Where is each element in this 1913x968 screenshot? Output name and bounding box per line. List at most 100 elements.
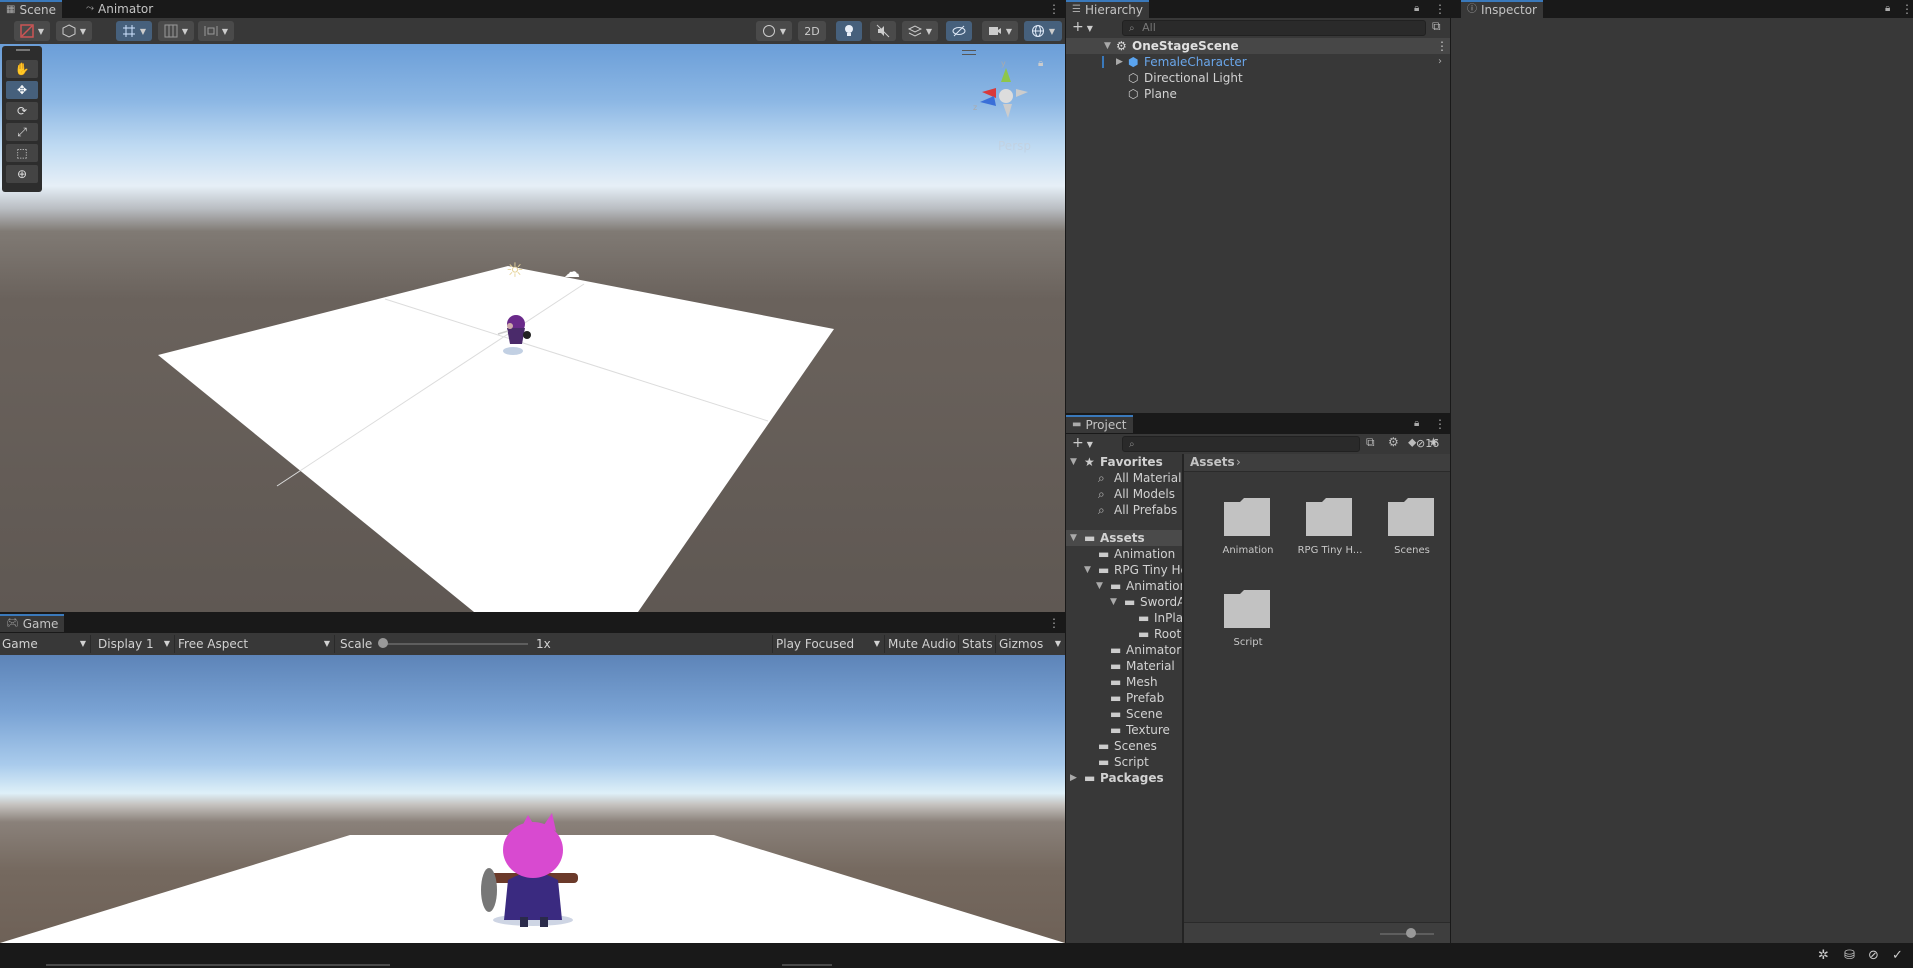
hand-tool-button[interactable]: ✋ [6, 60, 38, 78]
project-menu-icon[interactable]: ⋮ [1434, 415, 1446, 433]
filter-by-type-icon[interactable]: ⚙ [1388, 435, 1399, 449]
game-mode-dropdown[interactable]: Game ▼ [0, 635, 88, 653]
audio-toggle-button[interactable] [870, 21, 896, 41]
expand-arrow-icon[interactable]: ▼ [1110, 594, 1117, 610]
move-tool-button[interactable]: ✥ [6, 81, 38, 99]
breadcrumb-assets[interactable]: Assets [1190, 455, 1235, 469]
expand-arrow-icon[interactable]: ▼ [1096, 578, 1103, 594]
game-menu-icon[interactable]: ⋮ [1048, 614, 1060, 632]
tree-folder-texture[interactable]: ▬ Texture [1066, 722, 1182, 738]
tree-folder-script[interactable]: ▬ Script [1066, 754, 1182, 770]
draw-mode-button[interactable]: ▼ [14, 21, 50, 41]
2d-toggle-button[interactable]: 2D [798, 21, 826, 41]
display-dropdown[interactable]: Display 1 ▼ [96, 635, 172, 653]
scene-viewport[interactable]: ☼ ☁ ✋ ✥ ⟳ ⤢ ⬚ ⊕ y z 🔒︎ Persp [0, 44, 1065, 612]
scene-menu-icon[interactable]: ⋮ [1048, 0, 1060, 18]
auto-generate-lighting-icon[interactable]: ⊘ [1868, 948, 1879, 963]
tree-divider[interactable] [1182, 454, 1184, 943]
expand-arrow-icon[interactable]: ▶ [1116, 54, 1123, 70]
persp-label[interactable]: Persp [998, 139, 1031, 153]
lock-icon[interactable]: 🔒︎ [1414, 0, 1419, 18]
hierarchy-search-input[interactable]: ⌕ All [1122, 20, 1426, 36]
packages-row[interactable]: ▶ ▬ Packages [1066, 770, 1182, 786]
icon-size-slider-handle[interactable] [1406, 928, 1416, 938]
tree-folder-mesh[interactable]: ▬ Mesh [1066, 674, 1182, 690]
favorite-all-materials[interactable]: ⌕ All Materials [1066, 470, 1182, 486]
aspect-dropdown[interactable]: Free Aspect ▼ [176, 635, 332, 653]
tab-hierarchy[interactable]: ☰ Hierarchy [1066, 0, 1149, 18]
lighting-toggle-button[interactable]: ▼ [756, 21, 792, 41]
chevron-right-icon[interactable]: › [1438, 54, 1442, 70]
overlay-drag-handle[interactable] [16, 49, 30, 51]
search-filter-icon[interactable]: ⧉ [1366, 435, 1375, 450]
tree-folder-animation-sub[interactable]: ▼ ▬ Animation [1066, 578, 1182, 594]
stats-button[interactable]: Stats [960, 635, 995, 653]
check-icon[interactable]: ✓ [1892, 948, 1903, 963]
project-search-input[interactable]: ⌕ [1122, 436, 1360, 452]
cloud-icon[interactable]: ☁ [564, 264, 580, 280]
tree-folder-material[interactable]: ▬ Material [1066, 658, 1182, 674]
favorite-all-models[interactable]: ⌕ All Models [1066, 486, 1182, 502]
cache-server-icon[interactable]: ⛁ [1844, 948, 1855, 963]
rotate-tool-button[interactable]: ⟳ [6, 102, 38, 120]
favorite-all-prefabs[interactable]: ⌕ All Prefabs [1066, 502, 1182, 518]
sun-icon[interactable]: ☼ [506, 260, 524, 280]
play-mode-dropdown[interactable]: Play Focused ▼ [774, 635, 882, 653]
tree-folder-animation[interactable]: ▬ Animation [1066, 546, 1182, 562]
tab-project[interactable]: ▬ Project [1066, 415, 1133, 433]
hidden-packages-count[interactable]: ⊘16 [1416, 436, 1439, 452]
expand-arrow-icon[interactable]: ▼ [1070, 530, 1077, 546]
gizmos-button[interactable]: ▼ [1024, 21, 1062, 41]
search-by-type-icon[interactable]: ⧉ [1432, 19, 1441, 34]
align-button[interactable]: ▼ [198, 21, 234, 41]
asset-folder-script[interactable]: Script [1206, 586, 1290, 648]
tree-folder-inplace[interactable]: ▬ InPlace [1066, 610, 1182, 626]
gizmos-dropdown[interactable]: Gizmos ▼ [997, 635, 1063, 653]
inspector-menu-icon[interactable]: ⋮ [1901, 0, 1913, 18]
lock-icon[interactable]: 🔒︎ [1885, 0, 1890, 18]
expand-arrow-icon[interactable]: ▼ [1084, 562, 1091, 578]
expand-arrow-icon[interactable]: ▶ [1070, 770, 1077, 786]
tree-folder-rpg-tiny-hero[interactable]: ▼ ▬ RPG Tiny Hero [1066, 562, 1182, 578]
orientation-gizmo[interactable]: y z [968, 56, 1042, 132]
assets-root-row[interactable]: ▼ ▬ Assets [1066, 530, 1182, 546]
transform-tool-button[interactable]: ⊕ [6, 165, 38, 183]
mute-audio-button[interactable]: Mute Audio [886, 635, 958, 653]
tab-scene[interactable]: ▦ Scene [0, 0, 63, 18]
hierarchy-item-femalecharacter[interactable]: ▶ ⬢ FemaleCharacter › [1066, 54, 1450, 70]
lock-icon[interactable]: 🔒︎ [1414, 415, 1419, 433]
tree-folder-prefab[interactable]: ▬ Prefab [1066, 690, 1182, 706]
add-object-button[interactable]: + ▼ [1072, 18, 1093, 38]
asset-folder-rpg-tiny-hero[interactable]: RPG Tiny H... [1288, 494, 1372, 556]
tab-animator[interactable]: ⤳ Animator [80, 0, 159, 18]
hierarchy-menu-icon[interactable]: ⋮ [1434, 0, 1446, 18]
scale-slider-track[interactable] [382, 643, 528, 645]
tree-folder-scene[interactable]: ▬ Scene [1066, 706, 1182, 722]
game-viewport[interactable] [0, 655, 1065, 943]
tree-folder-rootmotion[interactable]: ▬ RootMotion [1066, 626, 1182, 642]
tree-folder-animator[interactable]: ▬ Animator [1066, 642, 1182, 658]
tree-folder-swordandshield[interactable]: ▼ ▬ SwordAndShield [1066, 594, 1182, 610]
gizmo-lock-icon[interactable]: 🔒︎ [1038, 58, 1043, 69]
tab-inspector[interactable]: ⓘ Inspector [1461, 0, 1543, 18]
increment-snap-button[interactable]: ▼ [158, 21, 194, 41]
debug-bug-icon[interactable]: ✲ [1818, 948, 1829, 963]
gizmo-menu-icon[interactable] [962, 50, 976, 55]
grid-snap-button[interactable]: ▼ [116, 21, 152, 41]
effects-button[interactable]: ▼ [902, 21, 938, 41]
expand-arrow-icon[interactable]: ▼ [1070, 454, 1077, 470]
camera-settings-button[interactable]: ▼ [982, 21, 1018, 41]
create-asset-button[interactable]: + ▼ [1072, 434, 1093, 454]
hierarchy-item-plane[interactable]: ⬡ Plane [1066, 86, 1450, 102]
shading-button[interactable]: ▼ [56, 21, 92, 41]
tab-game[interactable]: 🎮︎ Game [0, 614, 65, 632]
tree-folder-scenes[interactable]: ▬ Scenes [1066, 738, 1182, 754]
scene-row[interactable]: ▼ ⚙ OneStageScene ⋮ [1066, 38, 1450, 54]
hierarchy-item-directional-light[interactable]: ⬡ Directional Light [1066, 70, 1450, 86]
asset-folder-animation[interactable]: Animation [1206, 494, 1290, 556]
scale-slider-handle[interactable] [378, 638, 388, 648]
favorites-row[interactable]: ▼ ★ Favorites [1066, 454, 1182, 470]
lights-toggle-button[interactable] [836, 21, 862, 41]
rect-tool-button[interactable]: ⬚ [6, 144, 38, 162]
scale-tool-button[interactable]: ⤢ [6, 123, 38, 141]
